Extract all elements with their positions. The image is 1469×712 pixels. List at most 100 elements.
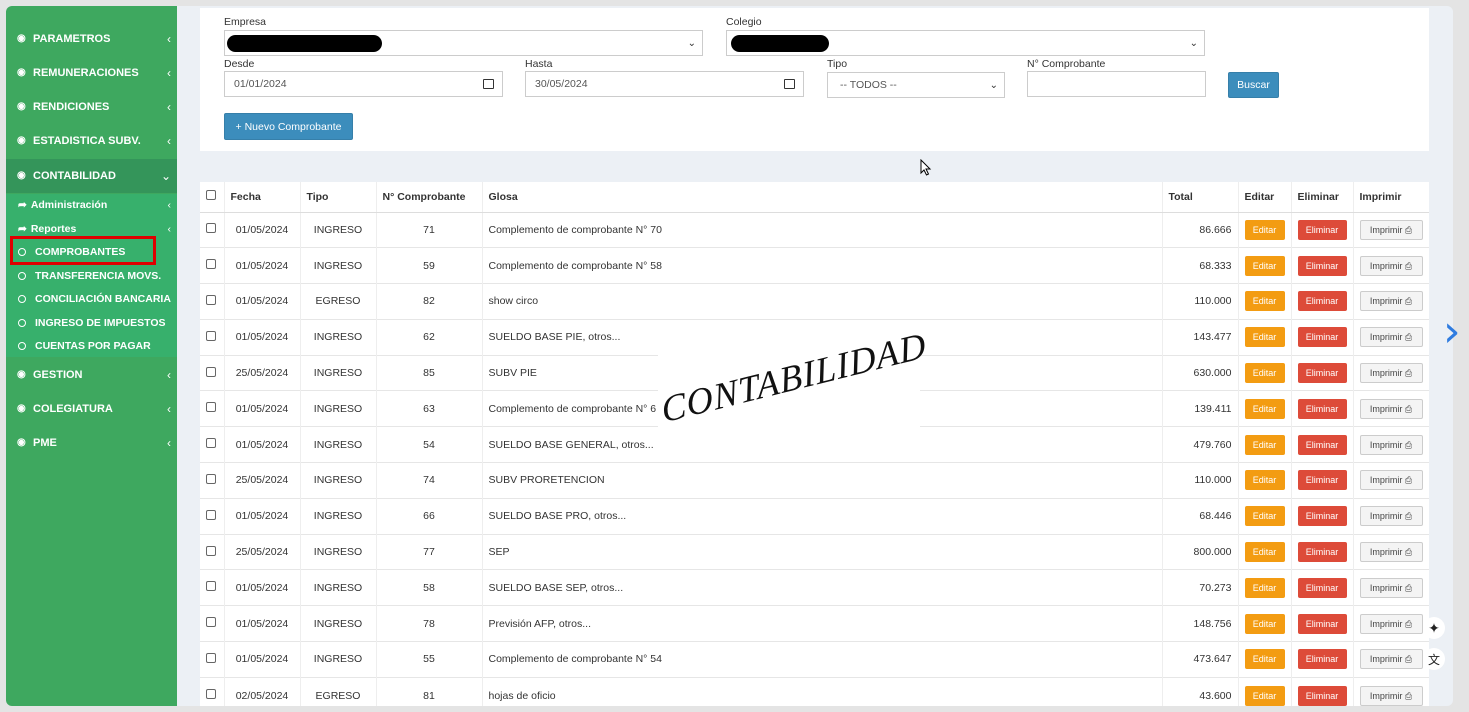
print-button[interactable]: Imprimir ⎙ xyxy=(1359,613,1423,634)
delete-button[interactable]: Eliminar xyxy=(1297,434,1347,455)
print-button[interactable]: Imprimir ⎙ xyxy=(1359,434,1423,455)
row-checkbox[interactable] xyxy=(206,438,216,449)
print-button[interactable]: Imprimir ⎙ xyxy=(1359,363,1423,384)
sidebar-item-remuneraciones[interactable]: ◉ REMUNERACIONES ‹ xyxy=(6,56,177,90)
print-button[interactable]: Imprimir ⎙ xyxy=(1359,291,1423,312)
sidebar-leaf-conciliacion[interactable]: CONCILIACIÓN BANCARIA xyxy=(6,288,177,310)
delete-button[interactable]: Eliminar xyxy=(1297,685,1347,706)
comprobante-input[interactable] xyxy=(1027,71,1206,97)
hasta-date-input[interactable]: 30/05/2024 xyxy=(525,71,804,97)
edit-button[interactable]: Editar xyxy=(1244,577,1285,598)
buscar-button[interactable]: Buscar xyxy=(1228,72,1279,98)
delete-button[interactable]: Eliminar xyxy=(1297,327,1347,348)
col-tipo[interactable]: Tipo xyxy=(300,182,377,213)
delete-button[interactable]: Eliminar xyxy=(1297,363,1347,384)
cell-imprimir: Imprimir ⎙ xyxy=(1353,497,1429,535)
select-all-checkbox[interactable] xyxy=(206,190,216,201)
delete-button[interactable]: Eliminar xyxy=(1297,470,1347,491)
edit-button[interactable]: Editar xyxy=(1244,542,1285,563)
delete-button[interactable]: Eliminar xyxy=(1297,542,1347,563)
delete-button[interactable]: Eliminar xyxy=(1297,649,1347,670)
edit-button[interactable]: Editar xyxy=(1244,398,1285,419)
col-total[interactable]: Total xyxy=(1162,182,1239,213)
print-button[interactable]: Imprimir ⎙ xyxy=(1359,542,1423,563)
cell-comprobante: 62 xyxy=(376,318,483,356)
row-checkbox[interactable] xyxy=(206,509,216,520)
sidebar-item-colegiatura[interactable]: ◉ COLEGIATURA ‹ xyxy=(6,392,177,426)
delete-button[interactable]: Eliminar xyxy=(1297,577,1347,598)
delete-button[interactable]: Eliminar xyxy=(1297,506,1347,527)
sidebar-sub-administracion[interactable]: ➦ Administración ‹ xyxy=(6,194,177,216)
edit-button[interactable]: Editar xyxy=(1244,219,1285,240)
row-checkbox[interactable] xyxy=(206,473,216,484)
row-checkbox[interactable] xyxy=(206,366,216,377)
calendar-icon[interactable] xyxy=(483,79,494,89)
sidebar-item-pme[interactable]: ◉ PME ‹ xyxy=(6,426,177,460)
delete-button[interactable]: Eliminar xyxy=(1297,255,1347,276)
sidebar-leaf-transferencia[interactable]: TRANSFERENCIA MOVS. xyxy=(6,265,177,287)
print-button[interactable]: Imprimir ⎙ xyxy=(1359,398,1423,419)
print-button[interactable]: Imprimir ⎙ xyxy=(1359,649,1423,670)
row-checkbox[interactable] xyxy=(206,259,216,270)
row-checkbox[interactable] xyxy=(206,330,216,341)
empresa-select[interactable]: ⌄ xyxy=(224,30,703,56)
col-fecha[interactable]: Fecha xyxy=(224,182,301,213)
delete-button[interactable]: Eliminar xyxy=(1297,291,1347,312)
cell-glosa: SEP xyxy=(482,533,1163,570)
sidebar-item-gestion[interactable]: ◉ GESTION ‹ xyxy=(6,358,177,392)
col-glosa[interactable]: Glosa xyxy=(482,182,1163,213)
edit-button[interactable]: Editar xyxy=(1244,506,1285,527)
desde-date-input[interactable]: 01/01/2024 xyxy=(224,71,503,97)
sidebar-item-rendiciones[interactable]: ◉ RENDICIONES ‹ xyxy=(6,90,177,124)
delete-button[interactable]: Eliminar xyxy=(1297,219,1347,240)
tipo-select[interactable]: -- TODOS -- ⌄ xyxy=(827,72,1005,98)
edit-button[interactable]: Editar xyxy=(1244,434,1285,455)
row-checkbox[interactable] xyxy=(206,294,216,305)
print-button[interactable]: Imprimir ⎙ xyxy=(1359,255,1423,276)
translate-icon[interactable]: 文 xyxy=(1423,648,1445,670)
cell-total: 110.000 xyxy=(1162,283,1239,320)
printer-icon: ⎙ xyxy=(1404,511,1413,522)
sidebar-item-contabilidad[interactable]: ◉ CONTABILIDAD ⌄ xyxy=(6,159,177,193)
row-checkbox[interactable] xyxy=(206,545,216,556)
delete-button[interactable]: Eliminar xyxy=(1297,398,1347,419)
col-comprobante[interactable]: N° Comprobante xyxy=(376,182,483,213)
prev-arrow-icon[interactable]: ‹ xyxy=(0,310,4,354)
next-arrow-icon[interactable]: › xyxy=(1443,310,1461,354)
edit-button[interactable]: Editar xyxy=(1244,327,1285,348)
cell-total: 148.756 xyxy=(1162,605,1239,642)
delete-button[interactable]: Eliminar xyxy=(1297,613,1347,634)
row-checkbox[interactable] xyxy=(206,652,216,663)
sidebar-item-estadistica[interactable]: ◉ ESTADISTICA SUBV. ‹ xyxy=(6,124,177,158)
row-checkbox[interactable] xyxy=(206,223,216,234)
row-checkbox[interactable] xyxy=(206,689,216,699)
edit-button[interactable]: Editar xyxy=(1244,613,1285,634)
row-checkbox[interactable] xyxy=(206,581,216,592)
row-select-cell xyxy=(200,676,225,706)
sidebar-leaf-cuentas[interactable]: CUENTAS POR PAGAR xyxy=(6,335,177,357)
chevron-left-icon: ‹ xyxy=(167,66,171,80)
edit-button[interactable]: Editar xyxy=(1244,649,1285,670)
sidebar-item-parametros[interactable]: ◉ PARAMETROS ‹ xyxy=(6,22,177,56)
sidebar-leaf-impuestos[interactable]: INGRESO DE IMPUESTOS xyxy=(6,312,177,334)
colegio-label: Colegio xyxy=(726,16,762,28)
calendar-icon[interactable] xyxy=(784,79,795,89)
row-checkbox[interactable] xyxy=(206,402,216,413)
print-button[interactable]: Imprimir ⎙ xyxy=(1359,219,1423,240)
edit-button[interactable]: Editar xyxy=(1244,470,1285,491)
row-checkbox[interactable] xyxy=(206,617,216,628)
print-button[interactable]: Imprimir ⎙ xyxy=(1359,506,1423,527)
edit-button[interactable]: Editar xyxy=(1244,685,1285,706)
print-button[interactable]: Imprimir ⎙ xyxy=(1359,577,1423,598)
edit-button[interactable]: Editar xyxy=(1244,255,1285,276)
cell-editar: Editar xyxy=(1238,641,1292,678)
sparkle-icon[interactable]: ✦ xyxy=(1423,617,1445,639)
print-button[interactable]: Imprimir ⎙ xyxy=(1359,327,1423,348)
print-button[interactable]: Imprimir ⎙ xyxy=(1359,685,1423,706)
colegio-select[interactable]: ⌄ xyxy=(726,30,1205,56)
cell-tipo: INGRESO xyxy=(300,533,377,570)
print-button[interactable]: Imprimir ⎙ xyxy=(1359,470,1423,491)
nuevo-comprobante-button[interactable]: + Nuevo Comprobante xyxy=(224,113,353,140)
edit-button[interactable]: Editar xyxy=(1244,363,1285,384)
edit-button[interactable]: Editar xyxy=(1244,291,1285,312)
